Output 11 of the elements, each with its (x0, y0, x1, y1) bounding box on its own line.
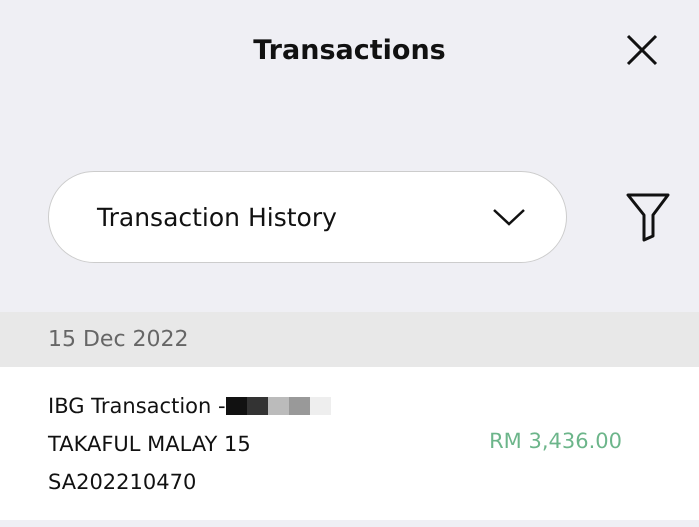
transaction-amount: RM 3,436.00 (489, 428, 622, 454)
transaction-description: SA202210470 (48, 470, 196, 494)
chevron-down-icon (492, 208, 526, 226)
close-icon[interactable] (625, 33, 659, 67)
screen-title: Transactions (253, 34, 446, 66)
history-dropdown[interactable]: Transaction History (48, 171, 567, 263)
transaction-row[interactable]: IBG Transaction - TAKAFUL MALAY 15 SA202210470 RM 3,436.00 (0, 367, 699, 520)
transaction-description: IBG Transaction - (48, 394, 226, 418)
date-header: 15 Dec 2022 (48, 327, 189, 352)
filter-icon[interactable] (625, 192, 671, 242)
transaction-description: TAKAFUL MALAY 15 (48, 432, 251, 456)
